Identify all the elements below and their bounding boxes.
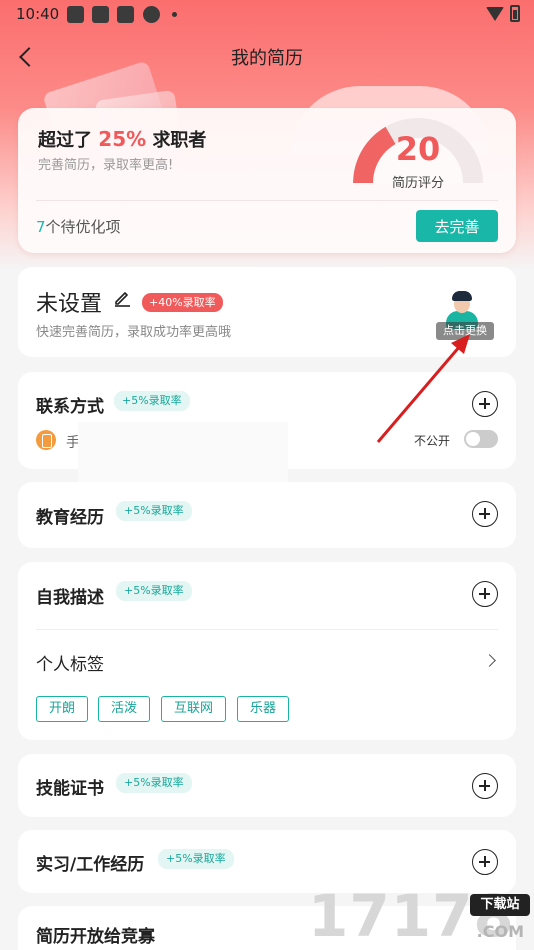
profile-card[interactable]: 未设置 +40%录取率 快速完善简历，录取成功率更高哦 点击更换	[18, 267, 516, 357]
rate-badge: +5%录取率	[116, 773, 192, 793]
todo-items: 7个待优化项	[36, 216, 121, 237]
edit-icon[interactable]	[113, 289, 131, 307]
watermark-badge: 下载站	[470, 894, 530, 916]
privacy-label: 不公开	[413, 434, 450, 448]
app-notification-icon	[143, 6, 160, 23]
add-self-description-icon[interactable]	[472, 581, 498, 607]
rate-badge: +5%录取率	[158, 849, 234, 869]
complete-resume-button[interactable]: 去完善	[416, 210, 498, 242]
score-subtitle: 完善简历，录取率更高!	[38, 158, 174, 173]
profile-name[interactable]: 未设置	[36, 286, 102, 318]
add-skill-icon[interactable]	[472, 773, 498, 799]
section-title: 联系方式	[36, 397, 104, 417]
section-title: 自我描述	[36, 588, 104, 608]
notification-icon	[117, 6, 134, 23]
personal-tag: 开朗	[36, 696, 89, 722]
page-title: 我的简历	[231, 48, 303, 69]
skills-section: 技能证书 +5%录取率	[18, 754, 516, 817]
personal-tags-title[interactable]: 个人标签	[36, 650, 104, 675]
more-notifications-dot	[172, 12, 177, 17]
notification-icon	[92, 6, 109, 23]
change-avatar-label[interactable]: 点击更换	[436, 322, 494, 340]
rate-badge: +40%录取率	[142, 293, 223, 312]
rate-badge: +5%录取率	[114, 391, 190, 411]
privacy-toggle[interactable]	[464, 430, 498, 448]
divider	[36, 629, 498, 630]
status-bar: 10:40	[0, 0, 534, 30]
phone-icon	[36, 430, 56, 450]
score-label: 简历评分	[391, 176, 444, 191]
rate-badge: +5%录取率	[116, 501, 192, 521]
add-work-experience-icon[interactable]	[472, 849, 498, 875]
education-section: 教育经历 +5%录取率	[18, 482, 516, 548]
redacted-phone	[78, 422, 288, 484]
chevron-right-icon[interactable]	[483, 654, 496, 667]
contact-section: 联系方式 +5%录取率 手 不公开	[18, 372, 516, 484]
watermark-domain: .COM	[476, 922, 524, 941]
add-education-icon[interactable]	[472, 501, 498, 527]
section-title: 技能证书	[36, 779, 104, 799]
divider	[36, 200, 498, 201]
battery-icon	[510, 5, 520, 22]
section-title: 简历开放给竞寡	[36, 927, 155, 947]
exceed-prefix: 超过了	[38, 130, 92, 151]
rate-badge: +5%录取率	[116, 581, 192, 601]
add-contact-icon[interactable]	[472, 391, 498, 417]
personal-tag: 乐器	[237, 696, 290, 722]
section-title: 实习/工作经历	[36, 855, 145, 875]
todo-count: 7	[36, 218, 46, 236]
exceed-percentage: 25%	[98, 127, 147, 151]
self-description-section: 自我描述 +5%录取率 个人标签 开朗 活泼 互联网 乐器	[18, 562, 516, 740]
wifi-icon	[486, 6, 504, 21]
exceed-suffix: 求职者	[152, 130, 207, 151]
resume-score: 20	[395, 130, 441, 168]
status-time: 10:40	[16, 5, 60, 23]
notification-icon	[67, 6, 84, 23]
personal-tag: 活泼	[98, 696, 151, 722]
section-title: 教育经历	[36, 508, 104, 528]
todo-label: 个待优化项	[45, 218, 121, 236]
resume-score-card: 超过了 25% 求职者 完善简历，录取率更高! 20 简历评分 7个待优化项 去…	[18, 108, 516, 253]
personal-tag: 互联网	[161, 696, 227, 722]
watermark: 17178 下载站 .COM	[308, 880, 534, 950]
nav-bar: 我的简历	[0, 36, 534, 76]
profile-subtitle: 快速完善简历，录取成功率更高哦	[36, 325, 232, 340]
exceed-text: 超过了 25% 求职者	[38, 126, 206, 152]
